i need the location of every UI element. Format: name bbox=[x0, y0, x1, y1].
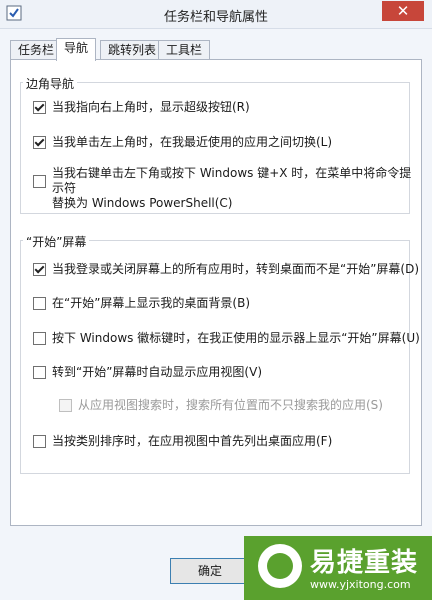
checkbox-show-charms[interactable] bbox=[33, 101, 46, 114]
watermark-name: 易捷重装 bbox=[310, 548, 419, 578]
option-show-charms[interactable]: 当我指向右上角时，显示超级按钮(R) bbox=[33, 100, 250, 115]
option-label: 从应用视图搜索时，搜索所有位置而不只搜索我的应用(S) bbox=[78, 398, 383, 412]
checkbox-go-to-desktop[interactable] bbox=[33, 263, 46, 276]
start-screen-heading: “开始”屏幕 bbox=[23, 233, 90, 250]
checkbox-powershell[interactable] bbox=[33, 175, 46, 188]
checkbox-list-desktop-apps-first[interactable] bbox=[33, 435, 46, 448]
window-title: 任务栏和导航属性 bbox=[163, 10, 268, 25]
option-desktop-background[interactable]: 在“开始”屏幕上显示我的桌面背景(B) bbox=[33, 296, 250, 311]
option-label: 当我右键单击左下角或按下 Windows 键+X 时，在菜单中将命令提示符 替换… bbox=[52, 166, 421, 211]
option-label: 转到“开始”屏幕时自动显示应用视图(V) bbox=[52, 365, 263, 379]
option-label-line1: 当我右键单击左下角或按下 Windows 键+X 时，在菜单中将命令提示符 bbox=[52, 166, 412, 195]
option-show-apps-view[interactable]: 转到“开始”屏幕时自动显示应用视图(V) bbox=[33, 365, 262, 380]
option-label: 按下 Windows 徽标键时，在我正使用的显示器上显示“开始”屏幕(U) bbox=[52, 331, 420, 345]
checkbox-show-apps-view[interactable] bbox=[33, 366, 46, 379]
watermark-logo: 易捷重装 www.yjxitong.com bbox=[244, 536, 432, 600]
option-switch-recent-apps[interactable]: 当我单击左上角时，在我最近使用的应用之间切换(L) bbox=[33, 135, 332, 150]
leaf-icon bbox=[267, 553, 293, 579]
tab-toolbars[interactable]: 工具栏 bbox=[158, 40, 211, 59]
option-powershell[interactable]: 当我右键单击左下角或按下 Windows 键+X 时，在菜单中将命令提示符 替换… bbox=[33, 166, 421, 211]
option-label: 当我指向右上角时，显示超级按钮(R) bbox=[52, 100, 250, 114]
tab-jump-lists[interactable]: 跳转列表 bbox=[100, 40, 165, 59]
option-list-desktop-apps-first[interactable]: 当按类别排序时，在应用视图中首先列出桌面应用(F) bbox=[33, 434, 332, 449]
ok-button[interactable]: 确定 bbox=[170, 558, 250, 584]
title-bar: 任务栏和导航属性 ✕ bbox=[0, 0, 432, 29]
checkbox-switch-recent-apps[interactable] bbox=[33, 136, 46, 149]
watermark-emblem bbox=[258, 544, 302, 588]
corner-navigation-heading: 边角导航 bbox=[23, 75, 78, 92]
option-go-to-desktop[interactable]: 当我登录或关闭屏幕上的所有应用时，转到桌面而不是“开始”屏幕(D) bbox=[33, 262, 419, 277]
close-button[interactable]: ✕ bbox=[382, 1, 424, 21]
tab-taskbar[interactable]: 任务栏 bbox=[10, 40, 63, 59]
navigation-panel: 边角导航 当我指向右上角时，显示超级按钮(R) 当我单击左上角时，在我最近使用的… bbox=[10, 59, 422, 526]
tab-navigation[interactable]: 导航 bbox=[56, 38, 97, 61]
checkbox-search-everywhere bbox=[59, 399, 72, 412]
checkbox-start-on-current-display[interactable] bbox=[33, 332, 46, 345]
option-label-line2: 替换为 Windows PowerShell(C) bbox=[52, 196, 233, 210]
option-start-on-current-display[interactable]: 按下 Windows 徽标键时，在我正使用的显示器上显示“开始”屏幕(U) bbox=[33, 331, 420, 346]
option-label: 当按类别排序时，在应用视图中首先列出桌面应用(F) bbox=[52, 434, 333, 448]
option-label: 当我单击左上角时，在我最近使用的应用之间切换(L) bbox=[52, 135, 333, 149]
checkbox-desktop-background[interactable] bbox=[33, 297, 46, 310]
option-label: 当我登录或关闭屏幕上的所有应用时，转到桌面而不是“开始”屏幕(D) bbox=[52, 262, 420, 276]
option-label: 在“开始”屏幕上显示我的桌面背景(B) bbox=[52, 296, 251, 310]
watermark-url: www.yjxitong.com bbox=[310, 578, 411, 591]
option-search-everywhere: 从应用视图搜索时，搜索所有位置而不只搜索我的应用(S) bbox=[59, 398, 383, 413]
